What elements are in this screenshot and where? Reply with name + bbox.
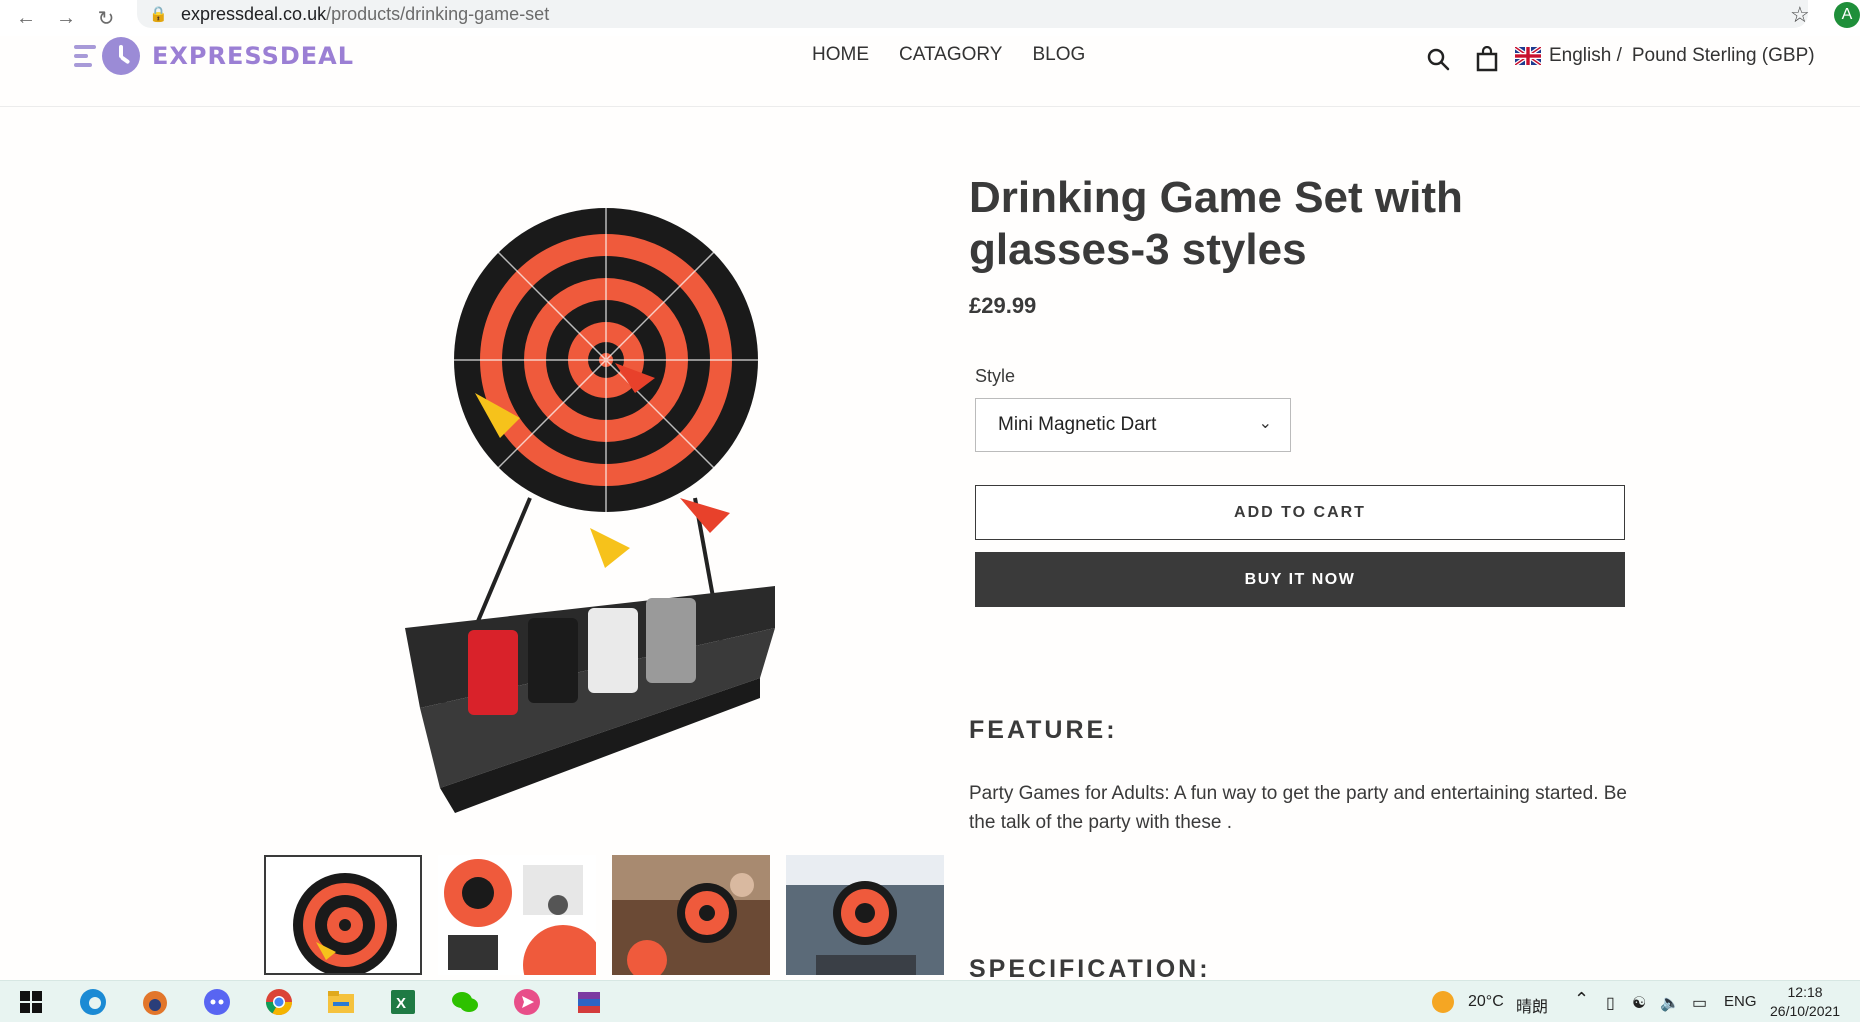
weather-sun-icon[interactable] — [1428, 987, 1458, 1017]
feature-heading: FEATURE: — [969, 716, 1118, 744]
locale-selector[interactable]: English / Pound Sterling (GBP) — [1515, 45, 1815, 67]
arrow-left-icon[interactable]: ← — [12, 4, 40, 32]
clock-icon — [102, 37, 140, 75]
thumbnail-strip — [264, 855, 944, 975]
edge-browser-icon[interactable] — [78, 987, 108, 1017]
lock-icon: 🔒 — [149, 6, 168, 23]
wechat-icon[interactable] — [450, 987, 480, 1017]
address-bar[interactable]: 🔒 expressdeal.co.uk/products/drinking-ga… — [137, 0, 1808, 28]
product-main-image[interactable] — [380, 168, 840, 838]
usb-device-icon[interactable]: ▯ — [1606, 993, 1615, 1013]
windows-taskbar: X 20°C 晴朗 ⌃ ▯ ☯ 🔈 ▭ ENG 12:18 26/10/2021 — [0, 980, 1860, 1022]
buy-it-now-button[interactable]: BUY IT NOW — [975, 552, 1625, 607]
send-app-icon[interactable] — [512, 987, 542, 1017]
battery-icon[interactable]: ▭ — [1692, 993, 1707, 1013]
language-label: English / — [1549, 45, 1622, 66]
thumbnail-1[interactable] — [264, 855, 422, 975]
profile-avatar[interactable]: A — [1834, 2, 1860, 28]
windows-start-icon[interactable] — [16, 987, 46, 1017]
product-title: Drinking Game Set with glasses-3 styles — [969, 173, 1463, 274]
thumbnail-2[interactable] — [438, 855, 596, 975]
currency-label: Pound Sterling (GBP) — [1631, 45, 1815, 66]
cart-icon[interactable] — [1472, 44, 1502, 74]
svg-text:X: X — [396, 995, 406, 1012]
url-path: /products/drinking-game-set — [326, 3, 550, 24]
style-select[interactable]: Mini Magnetic Dart ⌄ — [975, 398, 1291, 452]
excel-icon[interactable]: X — [388, 987, 418, 1017]
thumbnail-3[interactable] — [612, 855, 770, 975]
star-icon[interactable]: ☆ — [1790, 2, 1810, 28]
clock-time: 12:18 — [1787, 984, 1823, 1000]
uk-flag-icon — [1515, 47, 1541, 65]
chevron-down-icon: ⌄ — [1258, 415, 1272, 432]
logo-lines-icon — [74, 40, 96, 72]
system-clock[interactable]: 12:18 26/10/2021 — [1770, 983, 1840, 1021]
volume-icon[interactable]: 🔈 — [1660, 993, 1680, 1013]
thumbnail-4[interactable] — [786, 855, 944, 975]
logo-text: EXPRESSDEAL — [152, 42, 355, 70]
input-language[interactable]: ENG — [1724, 993, 1757, 1010]
discord-icon[interactable] — [202, 987, 232, 1017]
archive-app-icon[interactable] — [574, 987, 604, 1017]
nav-home[interactable]: HOME — [812, 44, 869, 66]
main-nav: HOME CATAGORY BLOG — [812, 44, 1085, 66]
chevron-up-icon[interactable]: ⌃ — [1574, 989, 1589, 1010]
nav-blog[interactable]: BLOG — [1032, 44, 1085, 66]
search-icon[interactable] — [1423, 44, 1453, 74]
url-host: expressdeal.co.uk — [181, 3, 327, 24]
nav-catagory[interactable]: CATAGORY — [899, 44, 1002, 66]
site-header: EXPRESSDEAL HOME CATAGORY BLOG English /… — [0, 36, 1860, 107]
add-to-cart-button[interactable]: ADD TO CART — [975, 485, 1625, 540]
reload-icon[interactable]: ↻ — [92, 4, 120, 32]
arrow-right-icon[interactable]: → — [52, 4, 80, 32]
chrome-icon[interactable] — [264, 987, 294, 1017]
product-price: £29.99 — [969, 293, 1037, 318]
style-label: Style — [975, 366, 1016, 386]
weather-temp: 20°C — [1468, 993, 1504, 1010]
wifi-icon[interactable]: ☯ — [1632, 993, 1646, 1013]
site-logo[interactable]: EXPRESSDEAL — [74, 36, 354, 76]
file-explorer-icon[interactable] — [326, 987, 356, 1017]
clock-date: 26/10/2021 — [1770, 1003, 1841, 1019]
game-app-icon[interactable] — [140, 987, 170, 1017]
browser-toolbar: ← → ↻ 🔒 expressdeal.co.uk/products/drink… — [0, 0, 1860, 37]
weather-desc: 晴朗 — [1516, 999, 1549, 1016]
feature-text: Party Games for Adults: A fun way to get… — [969, 783, 1627, 833]
style-select-value: Mini Magnetic Dart — [998, 414, 1157, 435]
